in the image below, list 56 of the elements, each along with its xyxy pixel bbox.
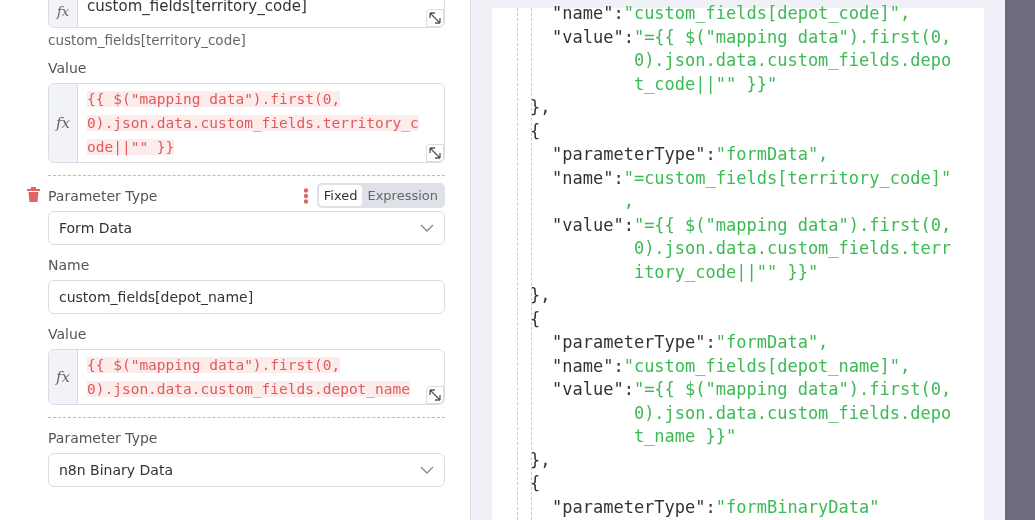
field-label: Parameter Type <box>48 187 158 204</box>
fx-label: fx <box>49 0 78 27</box>
fx-label: fx <box>49 350 78 404</box>
resize-handle[interactable] <box>426 144 444 162</box>
json-value: "formBinaryData" <box>715 495 881 519</box>
resize-icon <box>429 12 441 24</box>
json-key: "parameterType": <box>552 495 716 519</box>
dropdown[interactable]: n8n Binary Data <box>48 453 445 487</box>
trash-icon <box>27 187 40 202</box>
resize-icon <box>429 389 441 401</box>
json-key: "name": <box>552 166 624 214</box>
json-key: "name": <box>552 354 624 378</box>
resize-icon <box>429 147 441 159</box>
fx-label: fx <box>49 84 78 162</box>
dropdown-value: Form Data <box>59 220 133 236</box>
code-line: }, <box>530 284 552 307</box>
field-label: Name <box>48 256 90 273</box>
json-value: "={{ $("mapping data").first(0, 0).json.data.custom_fields.territory_code||"" }}" <box>633 213 953 284</box>
text-input[interactable]: custom_fields[depot_name] <box>48 280 445 314</box>
json-key: "value": <box>552 378 634 449</box>
more-options-icon <box>302 187 309 204</box>
code-line: { <box>530 307 542 331</box>
code-line: { <box>530 472 542 495</box>
json-key: "parameterType": <box>552 331 716 355</box>
expression-field[interactable]: fx {{ $("mapping data").first(0, 0).json.data.custom_fields.depot_name <box>48 349 445 405</box>
json-value: "formData", <box>715 143 830 166</box>
mode-tab[interactable]: Expression <box>362 185 443 206</box>
field-label: Value <box>48 325 87 342</box>
expression-text: {{ $("mapping data").first(0, 0).json.data.custom_fields.depot_name <box>86 356 412 400</box>
json-key: "value": <box>552 213 634 284</box>
code-line: }, <box>530 448 552 472</box>
resize-handle[interactable] <box>426 386 444 404</box>
expression-field[interactable]: fx custom_fields[territory_code] <box>48 0 445 28</box>
field-label: Value <box>48 59 87 76</box>
field-hint: custom_fields[territory_code] <box>48 32 247 48</box>
json-value: "formData", <box>715 331 830 354</box>
expression-field[interactable]: fx {{ $("mapping data").first(0, 0).json.data.custom_fields.territory_code||"" }} <box>48 83 445 163</box>
json-value: "={{ $("mapping data").first(0, 0).json.data.custom_fields.depot_code||"" }}" <box>633 25 953 96</box>
code-line: { <box>530 119 542 143</box>
json-value: "={{ $("mapping data").first(0, 0).json.data.custom_fields.depot_name }}" <box>633 378 953 448</box>
json-key: "parameterType": <box>552 143 716 167</box>
dropdown[interactable]: Form Data <box>48 211 445 245</box>
json-key: "value": <box>552 25 634 96</box>
code-line: }, <box>530 96 552 119</box>
json-key: "name": <box>552 2 624 26</box>
expression-text: custom_fields[territory_code] <box>86 0 308 17</box>
dropdown-value: n8n Binary Data <box>59 462 173 478</box>
json-value: "custom_fields[depot_code]", <box>623 2 912 25</box>
expression-text: {{ $("mapping data").first(0, 0).json.data.custom_fields.territory_code||"" }} <box>86 90 420 158</box>
resize-handle[interactable] <box>426 9 444 27</box>
chevron-down-icon <box>420 224 434 232</box>
json-value: "=custom_fields[territory_code]", <box>623 166 953 213</box>
chevron-down-icon <box>420 466 434 474</box>
json-value: "custom_fields[depot_name]", <box>623 354 912 378</box>
field-label: Parameter Type <box>48 429 158 446</box>
mode-tab[interactable]: Fixed <box>318 185 363 206</box>
